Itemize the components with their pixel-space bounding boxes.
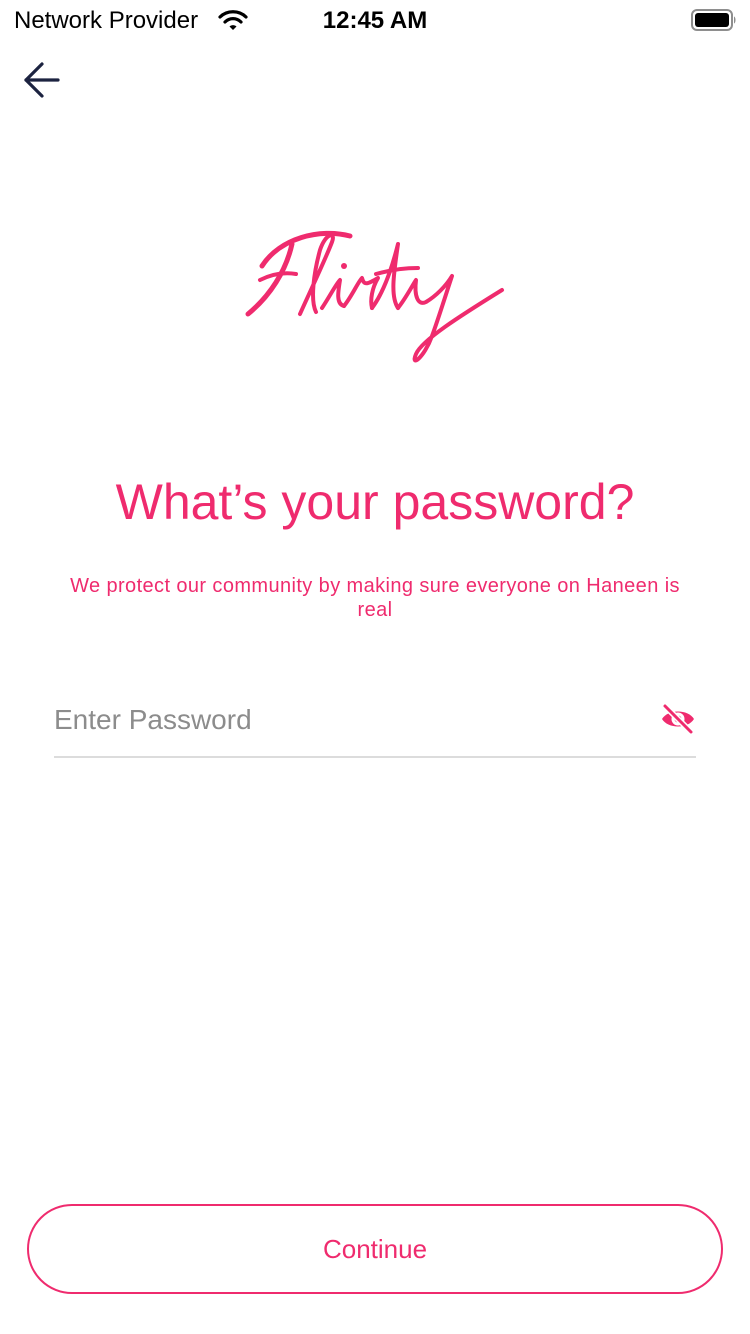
back-button[interactable] xyxy=(14,56,66,104)
status-bar: Network Provider 12:45 AM xyxy=(0,0,750,40)
continue-button[interactable]: Continue xyxy=(27,1204,723,1294)
page-subtitle: We protect our community by making sure … xyxy=(70,575,680,621)
password-field xyxy=(54,690,696,758)
brand-logo xyxy=(240,216,510,376)
battery-icon xyxy=(691,9,737,31)
continue-button-label: Continue xyxy=(322,1233,428,1264)
status-time: 12:45 AM xyxy=(322,7,428,34)
password-input[interactable] xyxy=(54,696,644,744)
eye-off-icon[interactable] xyxy=(660,702,696,736)
page-title: What’s your password? xyxy=(115,474,635,530)
arrow-left-icon xyxy=(24,62,60,98)
